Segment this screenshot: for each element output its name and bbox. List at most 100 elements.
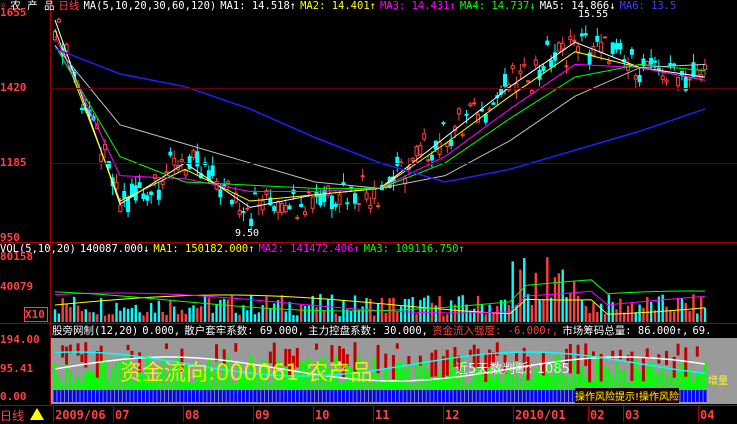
- candle-body: [614, 43, 619, 50]
- indicator-base-bar: [565, 390, 569, 402]
- volume-bar: [142, 315, 145, 322]
- price-chart[interactable]: [0, 0, 737, 243]
- candle-body: [210, 165, 215, 176]
- indicator-base-bar: [515, 390, 519, 402]
- candle-body: [541, 66, 546, 71]
- indicator-base-bar: [265, 390, 269, 402]
- price-y-label: 1420: [0, 81, 27, 94]
- volume-bar: [384, 312, 387, 322]
- volume-bar: [603, 313, 607, 322]
- indicator-base-bar: [541, 390, 545, 402]
- volume-bar: [561, 269, 564, 322]
- indicator-red-bar: [76, 343, 80, 356]
- candle-body: [676, 77, 681, 87]
- candle-body: [483, 113, 488, 123]
- grid-line: [50, 88, 737, 89]
- grid-line: [50, 163, 737, 164]
- volume-bar: [119, 310, 122, 322]
- indicator-base-bar: [499, 390, 503, 402]
- indicator-red-bar: [665, 350, 669, 366]
- candle-body: [410, 157, 415, 162]
- period-label[interactable]: 日线: [58, 0, 79, 12]
- volume-bar: [580, 300, 584, 322]
- volume-bar: [415, 314, 418, 322]
- ind-y-label: 95.41: [0, 362, 34, 375]
- candle-body: [595, 36, 600, 42]
- indicator-base-bar: [549, 390, 553, 402]
- volume-bar: [692, 294, 695, 322]
- indicator-base-bar: [68, 390, 72, 402]
- candle-body: [122, 190, 127, 199]
- candle-body: [456, 108, 461, 115]
- price-y-axis: [50, 0, 51, 243]
- volume-bar: [292, 314, 295, 322]
- candle-body: [491, 102, 496, 105]
- period-selector[interactable]: 日线: [0, 407, 24, 424]
- indicator-red-bar: [611, 350, 615, 360]
- indicator-bar: [680, 363, 684, 394]
- indicator-red-bar: [384, 353, 388, 370]
- indicator-base-bar: [388, 390, 392, 402]
- volume-bar: [323, 310, 326, 322]
- volume-bar: [546, 257, 549, 322]
- ma6-value: MA6: 13.5: [619, 0, 677, 12]
- candle-body: [168, 151, 173, 156]
- indicator-base-bar: [230, 390, 234, 402]
- candle-body: [368, 204, 373, 209]
- indicator-red-bar: [588, 356, 592, 383]
- indicator-base-bar: [495, 390, 499, 402]
- volume-bar: [642, 307, 645, 322]
- volume-bar: [549, 297, 553, 322]
- candle-body: [660, 75, 665, 81]
- indicator-base-bar: [399, 390, 403, 402]
- candle-body: [226, 181, 231, 185]
- price-panel[interactable]: ☼ 农 产 品日线 MA(5,10,20,30,60,120) MA1: 14.518…: [0, 0, 737, 244]
- price-y-label: 1185: [0, 156, 27, 169]
- candle-body: [218, 189, 223, 198]
- volume-bar: [219, 299, 222, 322]
- indicator-red-bar: [676, 343, 680, 356]
- candle-body: [533, 59, 538, 66]
- indicator-red-bar: [126, 344, 130, 351]
- candle-body: [603, 36, 607, 39]
- volume-bar: [276, 300, 280, 322]
- indicator-base-bar: [488, 390, 492, 402]
- date-axis-bar[interactable]: 日线 2009/06 07 08 09 10 11 12 2010/01 02 03 04: [0, 405, 737, 424]
- indicator-base-bar: [418, 390, 422, 402]
- indicator-base-bar: [438, 390, 442, 402]
- indicator-base-bar: [238, 390, 242, 402]
- volume-bar: [607, 294, 611, 322]
- indicator-base-bar: [95, 390, 99, 402]
- indicator-base-bar: [361, 390, 365, 402]
- volume-bar: [149, 302, 153, 322]
- vol-scale-label: X10: [24, 307, 48, 322]
- indicator-base-bar: [561, 390, 565, 402]
- volume-bar: [492, 312, 495, 322]
- indicator-base-bar: [407, 390, 411, 402]
- volume-bar: [611, 302, 614, 322]
- indicator-base-bar: [130, 390, 134, 402]
- candle-body: [564, 65, 569, 68]
- volume-bar: [511, 261, 514, 322]
- indicator-base-bar: [691, 390, 695, 402]
- volume-panel[interactable]: VOL(5,10,20) 140087.000↓ MA1: 150182.000↑ M…: [0, 243, 737, 324]
- volume-bar: [126, 308, 130, 322]
- candle-body: [333, 203, 338, 207]
- volume-bar: [307, 305, 311, 322]
- candle-body: [345, 202, 350, 205]
- candle-body: [649, 57, 654, 65]
- indicator-base-bar: [203, 390, 207, 402]
- indicator-base-bar: [103, 390, 107, 402]
- indicator-base-bar: [295, 390, 299, 402]
- date-tick: [183, 406, 184, 422]
- candle-body: [576, 46, 581, 53]
- indicator-base-bar: [188, 390, 192, 402]
- indicator-bar: [372, 356, 376, 394]
- volume-bar: [488, 304, 491, 322]
- candle-body: [606, 61, 611, 64]
- indicator-base-bar: [453, 390, 457, 402]
- volume-bar: [146, 311, 149, 322]
- volume-bar: [203, 295, 207, 322]
- triangle-up-icon[interactable]: [30, 408, 44, 420]
- volume-bar: [592, 302, 595, 322]
